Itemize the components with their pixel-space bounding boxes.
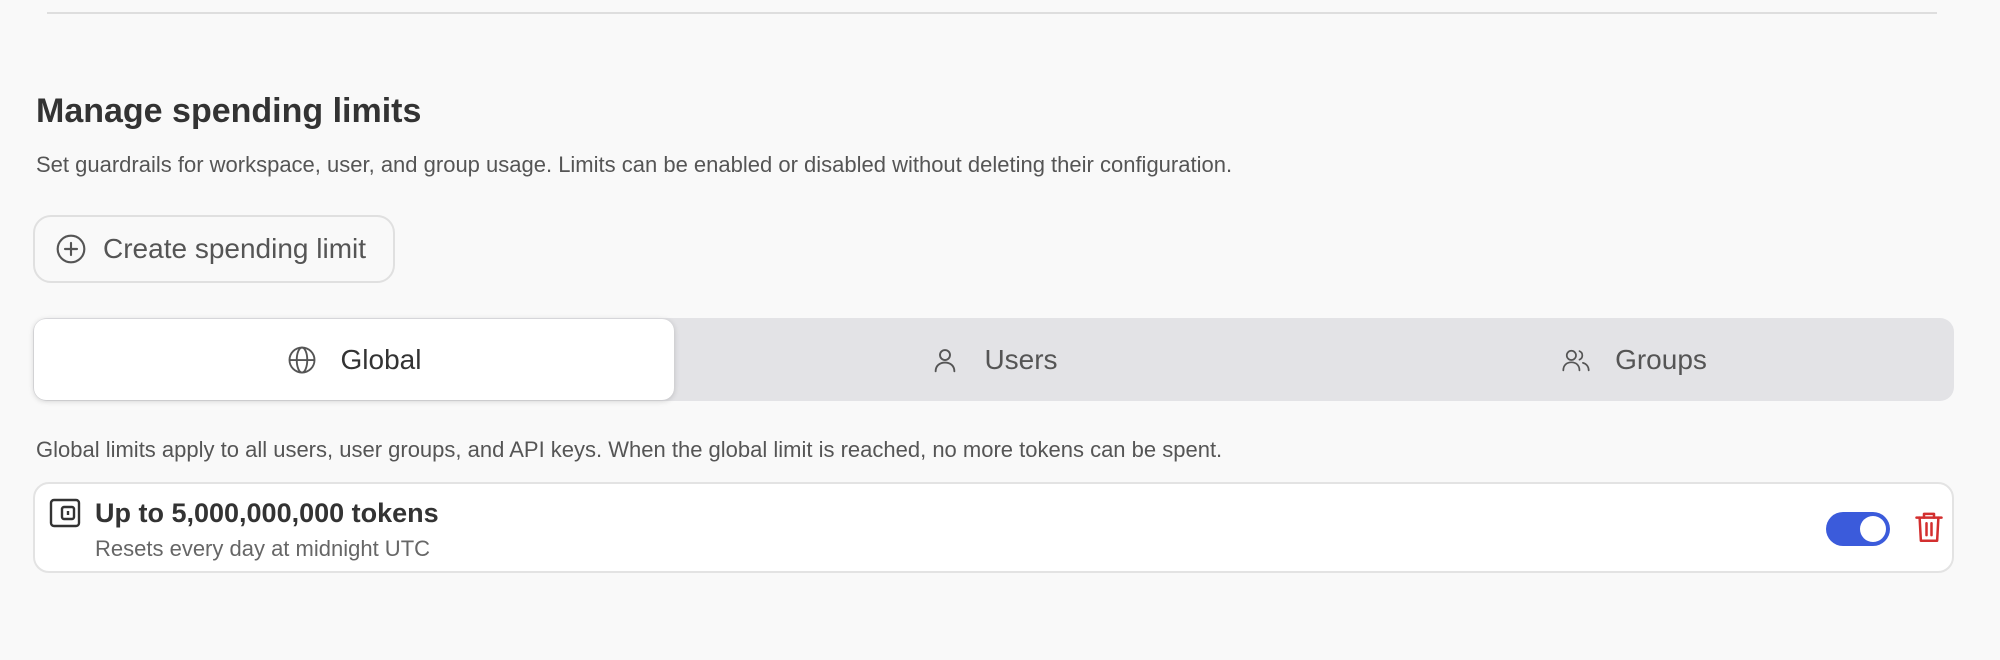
tab-groups-label: Groups xyxy=(1615,343,1707,375)
tab-users[interactable]: Users xyxy=(674,318,1314,401)
create-spending-limit-label: Create spending limit xyxy=(103,233,367,264)
top-divider xyxy=(47,12,1937,14)
delete-limit-button[interactable] xyxy=(1914,512,1944,546)
limit-title: Up to 5,000,000,000 tokens xyxy=(95,498,439,528)
limit-card: Up to 5,000,000,000 tokens Resets every … xyxy=(33,482,1954,573)
create-spending-limit-button[interactable]: Create spending limit xyxy=(33,215,395,283)
limit-scope-tabs: Global Users Groups xyxy=(33,318,1954,401)
trash-icon xyxy=(1914,510,1944,549)
user-icon xyxy=(930,345,960,375)
wallet-icon xyxy=(49,498,81,528)
globe-icon xyxy=(287,345,317,375)
limit-reset-schedule: Resets every day at midnight UTC xyxy=(95,536,431,561)
page-title: Manage spending limits xyxy=(36,92,422,130)
tab-global-label: Global xyxy=(340,343,422,375)
page-subtitle: Set guardrails for workspace, user, and … xyxy=(36,152,1233,177)
global-limits-info: Global limits apply to all users, user g… xyxy=(36,437,1223,462)
plus-circle-icon xyxy=(55,233,87,265)
tab-groups[interactable]: Groups xyxy=(1314,318,1954,401)
tab-global[interactable]: Global xyxy=(34,319,674,400)
tab-users-label: Users xyxy=(984,343,1058,375)
limit-enabled-toggle[interactable] xyxy=(1826,512,1890,546)
toggle-knob xyxy=(1860,516,1886,542)
users-icon xyxy=(1561,345,1591,375)
